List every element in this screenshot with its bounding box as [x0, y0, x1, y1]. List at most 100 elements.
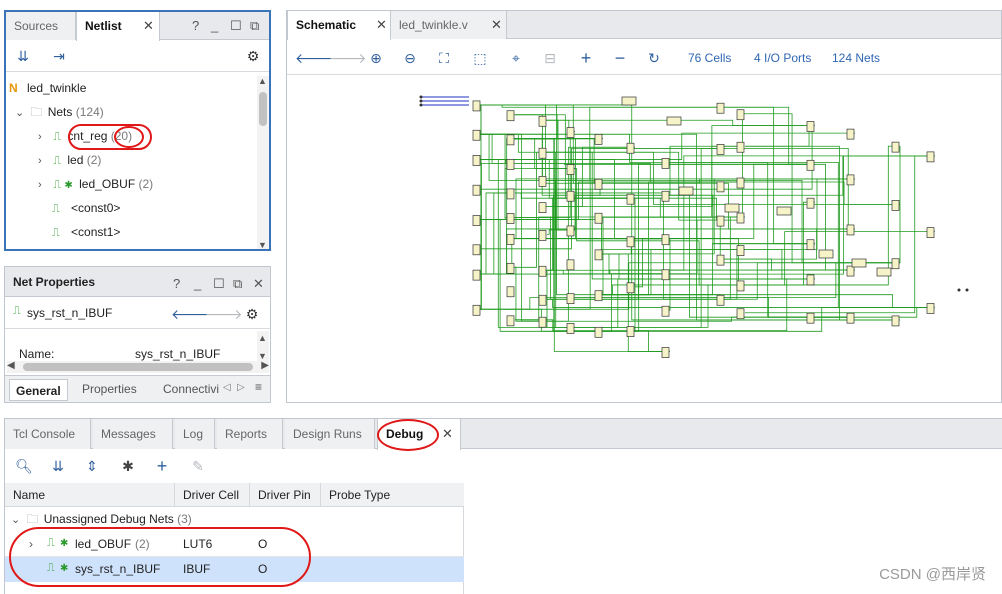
zoom-out-icon[interactable]: ⊖: [399, 47, 421, 69]
table-group-row[interactable]: ⌄ 🗀 Unassigned Debug Nets (3): [11, 508, 192, 530]
forward-arrow-icon[interactable]: 🡒: [329, 47, 367, 69]
zoom-area-icon[interactable]: ⬚: [469, 47, 491, 69]
collapse-all-icon[interactable]: ⇊: [47, 455, 69, 477]
close-icon[interactable]: ✕: [143, 12, 154, 40]
io-ports-count-link[interactable]: 4 I/O Ports: [754, 51, 811, 65]
tab-debug[interactable]: Debug ✕: [377, 419, 461, 450]
schematic-cell: [594, 212, 603, 224]
tree-root[interactable]: N led_twinkle: [9, 77, 86, 99]
tree-item-cnt-reg[interactable]: › ⎍ cnt_reg (20): [38, 125, 132, 147]
forward-arrow-icon[interactable]: 🡒: [205, 303, 243, 325]
tree-item-led[interactable]: › ⎍ led (2): [38, 149, 101, 171]
tree-item-led-obuf[interactable]: › ⎍ ✱ led_OBUF (2): [38, 173, 153, 195]
tab-sources[interactable]: Sources: [6, 12, 76, 40]
scroll-up-icon[interactable]: ▲: [258, 76, 267, 86]
chevron-right-icon[interactable]: ›: [38, 174, 50, 196]
tab-led-twinkle-v[interactable]: led_twinkle.v ✕: [391, 11, 507, 39]
schematic-cell: [891, 200, 900, 211]
scroll-left-icon[interactable]: ◀: [7, 360, 15, 371]
chevron-right-icon[interactable]: ›: [38, 150, 50, 172]
schematic-cell: [716, 294, 725, 306]
tree-item-const1[interactable]: ⎍ <const1>: [52, 221, 120, 243]
tab-menu-icon[interactable]: ≡: [255, 380, 262, 394]
schematic-canvas[interactable]: [287, 77, 1002, 403]
flatten-hierarchy-icon[interactable]: ⇥: [48, 45, 70, 67]
netlist-scrollbar[interactable]: ▲ ▼: [257, 76, 269, 249]
back-arrow-icon[interactable]: 🡐: [171, 303, 209, 325]
maximize-icon[interactable]: ☐: [213, 276, 225, 292]
tab-properties[interactable]: Properties: [82, 382, 137, 396]
chevron-down-icon[interactable]: ⌄: [11, 509, 23, 531]
tree-item-const0[interactable]: ⎍ <const0>: [52, 197, 120, 219]
table-row-selected[interactable]: ⎍ ✱ sys_rst_n_IBUF IBUF O: [5, 557, 464, 582]
tab-netlist[interactable]: Netlist ✕: [76, 12, 160, 41]
col-probe-type[interactable]: Probe Type: [321, 483, 464, 507]
minimize-icon[interactable]: _: [194, 276, 201, 291]
schematic-cell: [566, 190, 575, 202]
col-driver-cell[interactable]: Driver Cell: [175, 483, 250, 507]
tree-nets[interactable]: ⌄ 🗀 Nets (124): [15, 101, 104, 123]
chevron-right-icon[interactable]: ›: [38, 126, 50, 148]
table-row[interactable]: › ⎍ ✱ led_OBUF (2) LUT6 O: [5, 532, 464, 557]
remove-icon[interactable]: −: [609, 47, 631, 69]
back-arrow-icon[interactable]: 🡐: [295, 47, 333, 69]
gear-icon[interactable]: ⚙: [242, 45, 264, 67]
debug-bug-icon[interactable]: ✱: [117, 455, 139, 477]
schematic-cell: [538, 115, 547, 127]
net-icon: ⎍: [13, 305, 21, 317]
col-name[interactable]: Name: [5, 483, 175, 507]
chevron-right-icon[interactable]: ›: [29, 537, 33, 551]
close-icon[interactable]: ✕: [253, 276, 264, 292]
tab-general[interactable]: General: [9, 379, 68, 401]
cells-count-link[interactable]: 76 Cells: [688, 51, 731, 65]
tab-scroll-right-icon[interactable]: ▷: [237, 382, 245, 393]
scroll-thumb[interactable]: [259, 92, 267, 126]
tab-messages[interactable]: Messages: [93, 419, 173, 449]
schematic-wire: [717, 258, 855, 271]
scroll-right-icon[interactable]: ▶: [261, 360, 269, 371]
float-icon[interactable]: ⧉: [233, 276, 242, 292]
zoom-fit-icon[interactable]: ⛶: [433, 47, 455, 69]
zoom-in-icon[interactable]: ⊕: [365, 47, 387, 69]
tab-scroll-left-icon[interactable]: ◁: [223, 382, 231, 393]
refresh-icon[interactable]: ↻: [643, 47, 665, 69]
schematic-wire: [473, 137, 603, 275]
hscroll-thumb[interactable]: [23, 363, 253, 371]
schematic-wire: [515, 216, 737, 321]
schematic-cell: [736, 280, 745, 292]
crosshair-icon[interactable]: ⌖: [505, 47, 527, 69]
close-icon[interactable]: ✕: [491, 11, 502, 39]
scroll-down-icon[interactable]: ▼: [258, 240, 267, 249]
schematic-cell: [506, 134, 515, 146]
edit-icon[interactable]: ✎: [187, 455, 209, 477]
expand-all-icon[interactable]: ⇕: [81, 455, 103, 477]
tab-log[interactable]: Log: [175, 419, 215, 449]
tab-tcl-console[interactable]: Tcl Console: [5, 419, 91, 449]
gear-icon[interactable]: ⚙: [241, 303, 263, 325]
schematic-toolbar: 🡐 🡒 ⊕ ⊖ ⛶ ⬚ ⌖ ⊟ + − ↻ 76 Cells 4 I/O Por…: [287, 41, 1001, 75]
tab-reports[interactable]: Reports: [217, 419, 283, 449]
properties-hscroll[interactable]: ◀ ▶: [7, 360, 269, 373]
collapse-all-icon[interactable]: ⇊: [12, 45, 34, 67]
tab-connectivity[interactable]: Connectivi: [163, 382, 225, 396]
add-icon[interactable]: +: [151, 455, 173, 477]
tab-schematic[interactable]: Schematic ✕: [287, 11, 391, 40]
netlist-tree: N led_twinkle ⌄ 🗀 Nets (124) › ⎍ cnt_reg…: [6, 76, 256, 246]
schematic-cell: [538, 202, 547, 214]
help-icon[interactable]: ?: [192, 18, 199, 33]
close-icon[interactable]: ✕: [442, 419, 453, 449]
col-driver-pin[interactable]: Driver Pin: [250, 483, 321, 507]
float-icon[interactable]: ⧉: [250, 18, 259, 34]
cell-icon[interactable]: ⊟: [539, 47, 561, 69]
tab-design-runs[interactable]: Design Runs: [285, 419, 375, 449]
scroll-up-icon[interactable]: ▲: [258, 333, 267, 343]
close-icon[interactable]: ✕: [376, 11, 387, 39]
search-icon[interactable]: 🔍︎: [13, 455, 35, 477]
maximize-icon[interactable]: ☐: [230, 18, 242, 34]
nets-count-link[interactable]: 124 Nets: [832, 51, 880, 65]
help-icon[interactable]: ?: [173, 276, 180, 291]
properties-vscroll[interactable]: ▲ ▼: [257, 331, 269, 361]
minimize-icon[interactable]: _: [211, 18, 218, 33]
add-icon[interactable]: +: [575, 47, 597, 69]
chevron-down-icon[interactable]: ⌄: [15, 102, 27, 124]
